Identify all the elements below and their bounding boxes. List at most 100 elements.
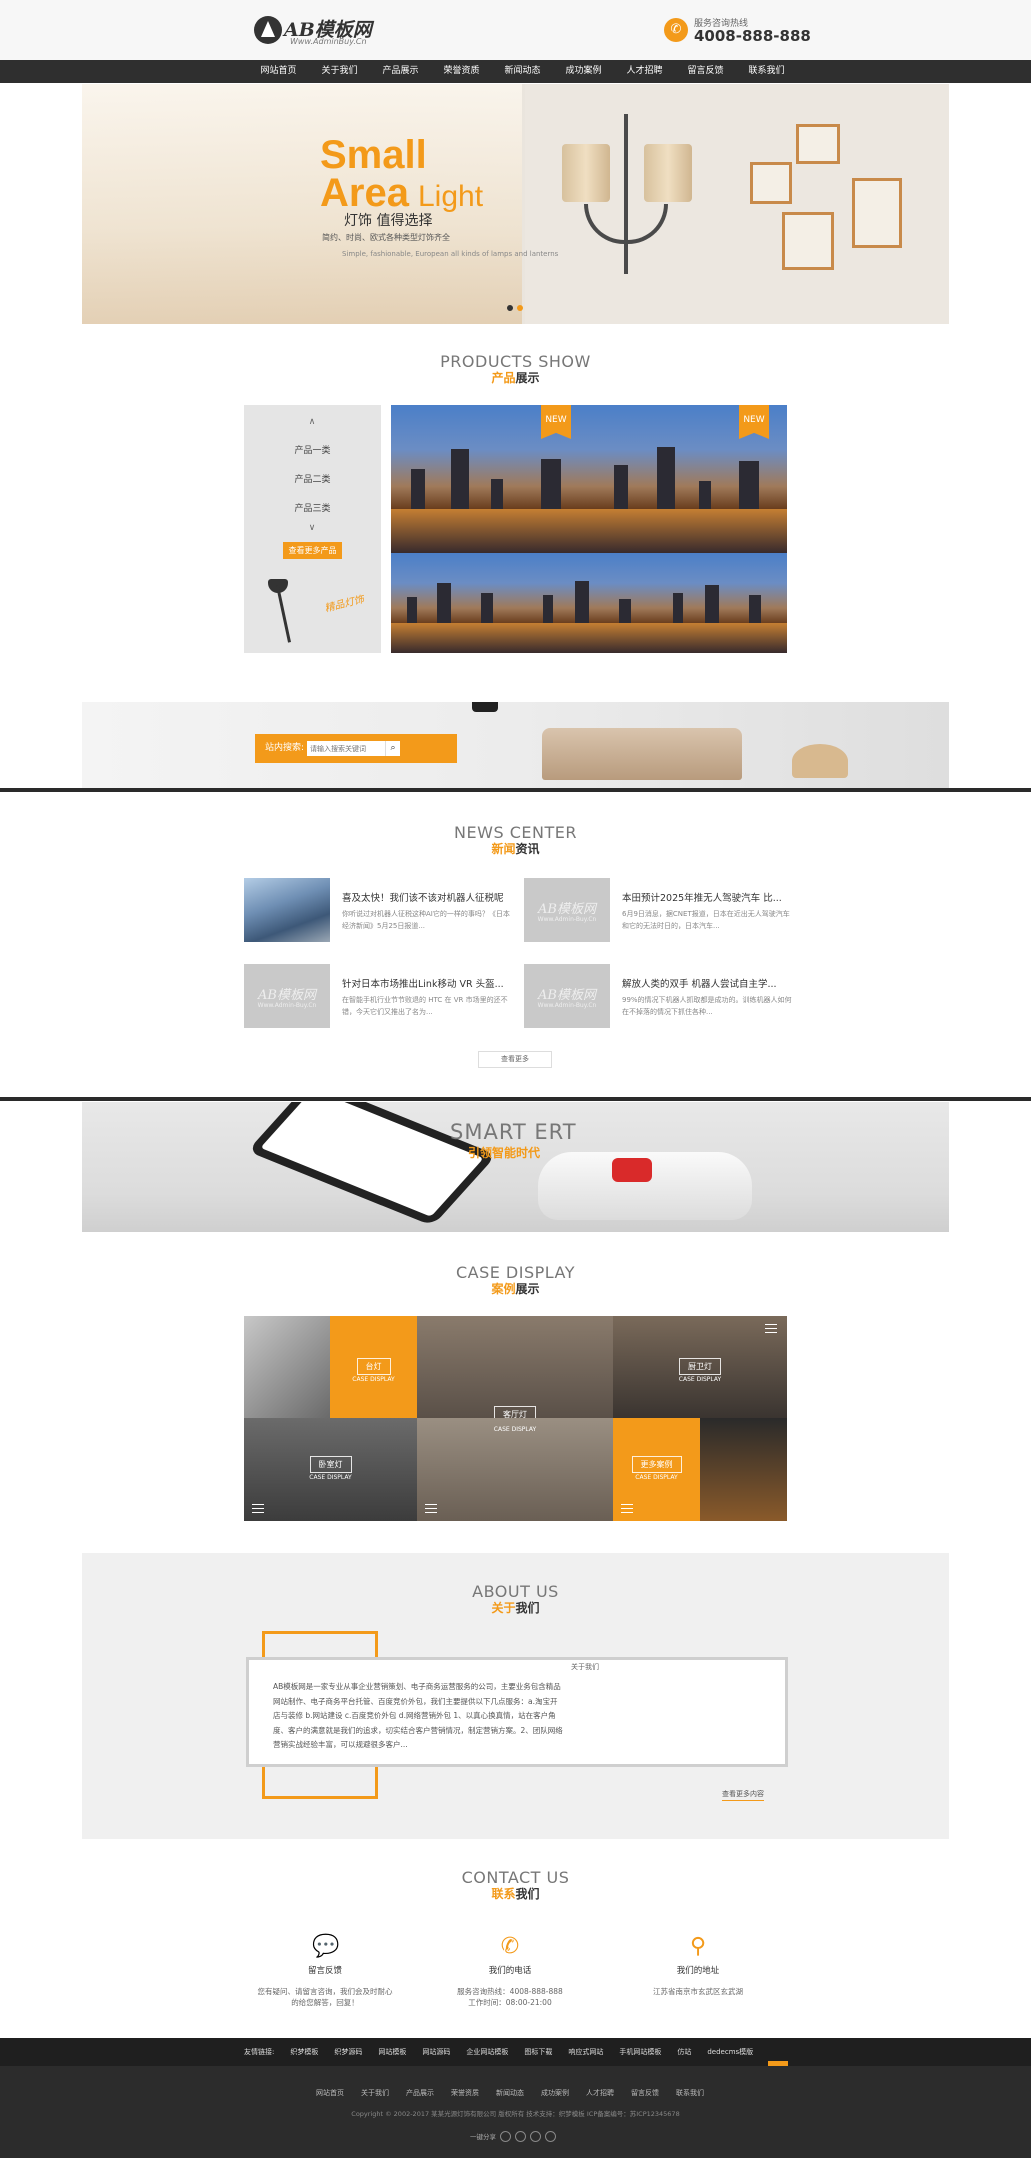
footer-nav-item[interactable]: 联系我们 (676, 2088, 704, 2098)
news-item[interactable]: AB模板网 Www.Admin-Buy.Cn 针对日本市场推出Link移动 VR… (244, 964, 524, 1034)
more-products-button[interactable]: 查看更多产品 (283, 542, 342, 559)
share-qq-icon[interactable] (545, 2130, 556, 2142)
friend-link[interactable]: 织梦模板 (290, 2038, 318, 2066)
news-item-title[interactable]: 针对日本市场推出Link移动 VR 头盔... (342, 976, 522, 990)
nav-item-cases[interactable]: 成功案例 (553, 60, 614, 83)
menu-icon[interactable] (621, 1504, 633, 1513)
search-icon[interactable]: ⌕ (385, 741, 400, 756)
contact-title-rest: 我们 (515, 1887, 540, 1901)
product-image[interactable]: NEW (391, 405, 589, 553)
location-pin-icon: ⚲ (689, 1934, 707, 1959)
more-news-button[interactable]: 查看更多 (478, 1051, 552, 1068)
footer-nav-item[interactable]: 人才招聘 (586, 2088, 614, 2098)
friend-link[interactable]: dedecms模版 (707, 2038, 753, 2066)
share-label: 一键分享 (470, 2133, 496, 2141)
banner-dot[interactable] (507, 305, 513, 311)
nav-item-contact[interactable]: 联系我们 (736, 60, 797, 83)
friend-link[interactable]: 图标下载 (524, 2038, 552, 2066)
news-item[interactable]: AB模板网 Www.Admin-Buy.Cn 解放人类的双手 机器人尝试自主学.… (524, 964, 804, 1034)
site-logo[interactable]: AB模板网 Www.AdminBuy.Cn (254, 14, 374, 48)
city-building (614, 464, 628, 509)
banner-description: 简约、时尚、欧式各种类型灯饰齐全 (322, 233, 450, 242)
case-sub: CASE DISPLAY (635, 1474, 678, 1481)
case-photo[interactable] (700, 1418, 787, 1521)
share-wechat-icon[interactable] (530, 2130, 541, 2142)
search-input[interactable] (307, 741, 385, 756)
footer-nav-item[interactable]: 留言反馈 (631, 2088, 659, 2098)
case-tile-more[interactable]: 更多案例 CASE DISPLAY (613, 1418, 700, 1521)
banner-headline-light: Light (418, 180, 484, 213)
friend-link[interactable]: 织梦源码 (334, 2038, 362, 2066)
news-item-title[interactable]: 喜及太快！我们该不该对机器人征税呢 (342, 890, 522, 904)
footer-nav-item[interactable]: 网站首页 (316, 2088, 344, 2098)
nav-item-news[interactable]: 新闻动态 (492, 60, 553, 83)
cases-title: CASE DISPLAY 案例展示 (0, 1264, 1031, 1297)
city-building (657, 446, 675, 509)
about-text: AB模板网是一家专业从事企业营销策划、电子商务运营服务的公司，主要业务包含精品网… (273, 1682, 563, 1749)
footer-nav-item[interactable]: 成功案例 (541, 2088, 569, 2098)
footer-nav-item[interactable]: 荣誉资质 (451, 2088, 479, 2098)
banner-dot-active[interactable] (517, 305, 523, 311)
friend-link[interactable]: 仿站 (677, 2038, 691, 2066)
product-category-3[interactable]: 产品三类 (244, 501, 381, 514)
nav-item-jobs[interactable]: 人才招聘 (614, 60, 675, 83)
case-photo[interactable] (244, 1316, 330, 1418)
product-category-2[interactable]: 产品二类 (244, 472, 381, 485)
city-building (699, 480, 711, 509)
product-category-1[interactable]: 产品一类 (244, 443, 381, 456)
friend-link[interactable]: 响应式网站 (568, 2038, 603, 2066)
logo-mark-icon (254, 16, 282, 44)
case-tile-living-room[interactable]: 客厅灯 (417, 1316, 613, 1418)
about-more-link[interactable]: 查看更多内容 (722, 1789, 764, 1801)
share-qzone-icon[interactable] (500, 2130, 511, 2142)
friend-link[interactable]: 网站模板 (378, 2038, 406, 2066)
nav-item-home[interactable]: 网站首页 (248, 60, 309, 83)
case-photo[interactable]: CASE DISPLAY (417, 1418, 613, 1521)
red-pillow (612, 1158, 652, 1182)
cases-title-highlight: 案例 (491, 1282, 516, 1296)
nav-item-feedback[interactable]: 留言反馈 (675, 60, 736, 83)
nav-item-products[interactable]: 产品展示 (370, 60, 431, 83)
lamp-pole (276, 585, 291, 643)
wall-frame (750, 162, 792, 204)
share-weibo-icon[interactable] (515, 2130, 526, 2142)
case-label: 客厅灯 (494, 1406, 536, 1418)
case-tile-desk-lamp[interactable]: 台灯 CASE DISPLAY (330, 1316, 417, 1418)
friend-link[interactable]: 企业网站模板 (466, 2038, 508, 2066)
cases-title-rest: 展示 (515, 1282, 540, 1296)
news-item-title[interactable]: 解放人类的双手 机器人尝试自主学... (622, 976, 802, 990)
footer-nav-item[interactable]: 产品展示 (406, 2088, 434, 2098)
news-item[interactable]: AB模板网 Www.Admin-Buy.Cn 本田预计2025年推无人驾驶汽车 … (524, 878, 804, 948)
friend-link[interactable]: 网站源码 (422, 2038, 450, 2066)
about-title: ABOUT US 关于我们 (0, 1582, 1031, 1616)
menu-icon[interactable] (425, 1504, 437, 1513)
product-image[interactable] (655, 553, 787, 653)
chevron-down-icon[interactable]: ∨ (306, 523, 318, 533)
contact-feedback[interactable]: 💬 留言反馈 您有疑问、请留言咨询，我们会及时耐心 的给您解答，回复！ (245, 1934, 405, 2008)
contact-address[interactable]: ⚲ 我们的地址 江苏省南京市玄武区玄武湖 (618, 1934, 778, 1997)
contact-head: 我们的地址 (676, 1966, 720, 1976)
friend-links-label: 友情链接: (244, 2048, 275, 2056)
nav-item-honors[interactable]: 荣誉资质 (431, 60, 492, 83)
about-title-rest: 我们 (515, 1601, 540, 1615)
chevron-up-icon[interactable]: ∧ (306, 417, 318, 427)
city-water-reflection (391, 623, 523, 653)
product-image[interactable]: NEW (589, 405, 787, 553)
contact-phone[interactable]: ✆ 我们的电话 服务咨询热线：4008-888-888 工作时间：08:00-2… (430, 1934, 590, 2008)
case-tile-kitchen[interactable]: 厨卫灯 CASE DISPLAY (613, 1316, 787, 1418)
friend-link[interactable]: 手机网站模板 (619, 2038, 661, 2066)
footer-nav-item[interactable]: 新闻动态 (496, 2088, 524, 2098)
news-item[interactable]: 喜及太快！我们该不该对机器人征税呢 你听说过对机器人征税这种AI它的一样的事吗？… (244, 878, 524, 948)
news-thumbnail-placeholder: AB模板网 Www.Admin-Buy.Cn (244, 964, 330, 1028)
menu-icon[interactable] (765, 1324, 777, 1333)
nav-item-about[interactable]: 关于我们 (309, 60, 370, 83)
product-image[interactable] (523, 553, 655, 653)
hero-banner[interactable]: Small Area Light 灯饰 值得选择 简约、时尚、欧式各种类型灯饰齐… (82, 84, 949, 324)
about-title-en: ABOUT US (472, 1582, 559, 1601)
placeholder-logo: AB模板网 (538, 902, 596, 917)
news-item-title[interactable]: 本田预计2025年推无人驾驶汽车 比... (622, 890, 802, 904)
case-tile-bedroom[interactable]: 卧室灯 CASE DISPLAY (244, 1418, 417, 1521)
footer-nav-item[interactable]: 关于我们 (361, 2088, 389, 2098)
product-image[interactable] (391, 553, 523, 653)
menu-icon[interactable] (252, 1504, 264, 1513)
